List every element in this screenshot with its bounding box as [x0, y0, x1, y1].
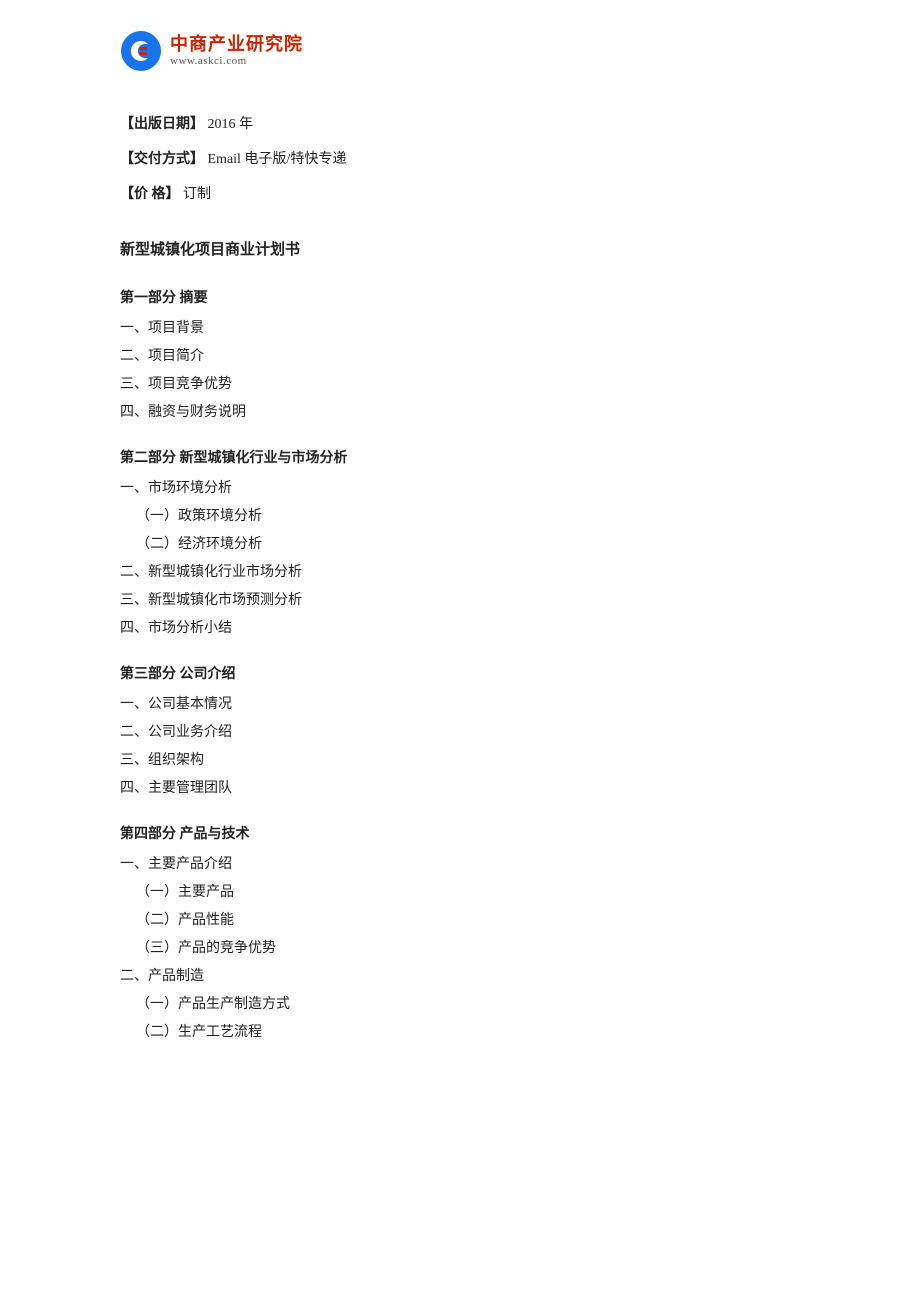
toc-item-3-1: （一）主要产品 [120, 879, 800, 907]
toc-section-header-3: 第四部分 产品与技术 [120, 823, 800, 843]
toc-item-2-1: 二、公司业务介绍 [120, 719, 800, 747]
toc-item-3-0: 一、主要产品介绍 [120, 851, 800, 879]
delivery-value: Email 电子版/特快专递 [208, 152, 347, 167]
publish-date-value: 2016 年 [208, 117, 254, 132]
toc-item-3-5: （一）产品生产制造方式 [120, 991, 800, 1019]
doc-title: 新型城镇化项目商业计划书 [120, 238, 800, 259]
toc-section-header-2: 第三部分 公司介绍 [120, 663, 800, 683]
toc-item-3-2: （二）产品性能 [120, 907, 800, 935]
company-logo-icon [120, 30, 162, 72]
meta-section: 【出版日期】 2016 年 【交付方式】 Email 电子版/特快专递 【价 格… [120, 112, 800, 208]
toc-item-0-2: 三、项目竞争优势 [120, 371, 800, 399]
toc-item-3-6: （二）生产工艺流程 [120, 1019, 800, 1047]
toc-item-2-0: 一、公司基本情况 [120, 691, 800, 719]
toc-item-2-3: 四、主要管理团队 [120, 775, 800, 803]
logo-sub-text: www.askci.com [170, 55, 303, 68]
publish-date-label: 【出版日期】 [120, 117, 204, 132]
toc-item-1-4: 三、新型城镇化市场预测分析 [120, 587, 800, 615]
logo-text-area: 中商产业研究院 www.askci.com [170, 34, 303, 69]
toc-item-0-3: 四、融资与财务说明 [120, 399, 800, 427]
delivery-row: 【交付方式】 Email 电子版/特快专递 [120, 147, 800, 172]
publish-date-row: 【出版日期】 2016 年 [120, 112, 800, 137]
page-container: 中商产业研究院 www.askci.com 【出版日期】 2016 年 【交付方… [0, 0, 920, 1302]
price-label: 【价 格】 [120, 187, 180, 202]
toc-item-0-1: 二、项目简介 [120, 343, 800, 371]
toc-item-1-5: 四、市场分析小结 [120, 615, 800, 643]
delivery-label: 【交付方式】 [120, 152, 204, 167]
toc-section-header-0: 第一部分 摘要 [120, 287, 800, 307]
price-row: 【价 格】 订制 [120, 182, 800, 207]
toc-item-1-0: 一、市场环境分析 [120, 475, 800, 503]
logo-area: 中商产业研究院 www.askci.com [120, 30, 800, 72]
logo-main-text: 中商产业研究院 [170, 34, 303, 56]
toc-item-1-2: （二）经济环境分析 [120, 531, 800, 559]
toc-item-3-3: （三）产品的竞争优势 [120, 935, 800, 963]
toc-item-1-3: 二、新型城镇化行业市场分析 [120, 559, 800, 587]
toc-item-2-2: 三、组织架构 [120, 747, 800, 775]
toc-item-3-4: 二、产品制造 [120, 963, 800, 991]
toc-item-0-0: 一、项目背景 [120, 315, 800, 343]
price-value: 订制 [183, 187, 211, 202]
toc-container: 第一部分 摘要一、项目背景二、项目简介三、项目竞争优势四、融资与财务说明第二部分… [120, 287, 800, 1047]
toc-item-1-1: （一）政策环境分析 [120, 503, 800, 531]
toc-section-header-1: 第二部分 新型城镇化行业与市场分析 [120, 447, 800, 467]
